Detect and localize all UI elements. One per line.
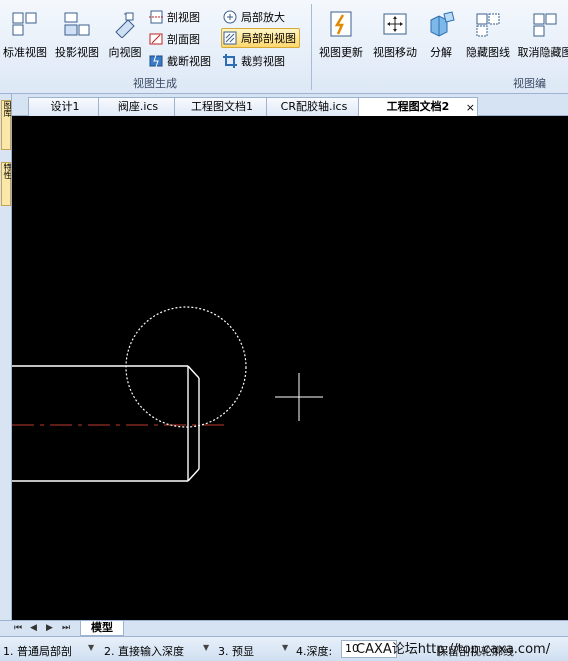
tab-drawing-doc2[interactable]: 工程图文档2 × [358, 97, 478, 117]
break-view-icon [149, 54, 163, 68]
section-type-select[interactable]: 1. 普通局部剖 [3, 643, 72, 659]
explode-button[interactable]: 分解 [423, 4, 459, 64]
direction-view-icon [115, 12, 135, 39]
library-side-tab[interactable]: 图库 [1, 100, 12, 150]
shaft-outline [12, 365, 200, 482]
tab-drawing-doc1[interactable]: 工程图文档1 [174, 97, 270, 116]
direction-view-button[interactable]: 向视图 [104, 4, 146, 64]
view-generation-group: 标准视图 投影视图 向视图 剖视图 剖面图 截断视图 局部放大 局部剖视图 裁剪… [0, 0, 310, 94]
move-view-icon [383, 13, 407, 35]
left-side-panel: 图库 特性 [0, 94, 12, 620]
crop-view-button[interactable]: 裁剪视图 [222, 51, 285, 71]
caxa-window: 标准视图 投影视图 向视图 剖视图 剖面图 截断视图 局部放大 局部剖视图 裁剪… [0, 0, 568, 661]
properties-side-tab[interactable]: 特性 [1, 162, 12, 206]
next-sheet-icon[interactable]: ▶ [46, 623, 53, 633]
partial-section-view-icon [223, 31, 237, 45]
tab-cr-shaft[interactable]: CR配胶轴.ics [266, 97, 362, 116]
crop-view-icon [223, 54, 237, 68]
ribbon: 标准视图 投影视图 向视图 剖视图 剖面图 截断视图 局部放大 局部剖视图 裁剪… [0, 0, 568, 94]
last-sheet-icon[interactable]: ⏭ [62, 623, 70, 633]
detail-view-button[interactable]: 局部放大 [222, 7, 285, 27]
crosshair-cursor [275, 373, 323, 421]
depth-mode-select[interactable]: 2. 直接输入深度 [104, 643, 184, 659]
depth-label: 4.深度: [296, 645, 333, 658]
update-view-icon [330, 11, 352, 37]
section-view-button[interactable]: 剖视图 [148, 7, 200, 27]
section-view-icon [149, 10, 163, 24]
projection-view-button[interactable]: 投影视图 [52, 4, 102, 64]
tab-design1[interactable]: 设计1 [28, 97, 102, 116]
update-view-button[interactable]: 视图更新 [315, 4, 367, 64]
sheet-tab-bar: ⏮ ◀ ▶ ⏭ 模型 [0, 620, 568, 636]
explode-icon [430, 11, 455, 37]
view-edit-label: 视图编 [513, 77, 546, 90]
hide-lines-icon [476, 13, 500, 37]
drawing-canvas[interactable] [12, 116, 568, 620]
break-view-button[interactable]: 截断视图 [148, 51, 211, 71]
unhide-lines-button[interactable]: 取消隐藏图 [517, 4, 568, 64]
chevron-down-icon[interactable]: ▼ [203, 643, 209, 652]
first-sheet-icon[interactable]: ⏮ [14, 623, 22, 633]
status-bar: 1. 普通局部剖 ▼ 2. 直接输入深度 ▼ 3. 预显 ▼ 4.深度: 10 … [0, 636, 568, 661]
close-icon[interactable]: × [466, 99, 475, 116]
unhide-lines-icon [533, 13, 557, 37]
cross-section-button[interactable]: 剖面图 [148, 29, 200, 49]
chevron-down-icon[interactable]: ▼ [88, 643, 94, 652]
chevron-down-icon[interactable]: ▼ [282, 643, 288, 652]
preview-select[interactable]: 3. 预显 [218, 643, 254, 659]
view-generation-label: 视图生成 [133, 77, 177, 90]
partial-section-boundary [125, 306, 247, 428]
forum-watermark: CAXA论坛http://top.caxa.com/ [356, 642, 551, 657]
move-view-button[interactable]: 视图移动 [369, 4, 421, 64]
partial-section-view-button[interactable]: 局部剖视图 [221, 28, 300, 48]
hide-lines-button[interactable]: 隐藏图线 [461, 4, 515, 64]
document-tab-bar: 设计1 阀座.ics 工程图文档1 CR配胶轴.ics 工程图文档2 × [12, 94, 568, 117]
group-separator [311, 4, 312, 90]
tab-model[interactable]: 模型 [80, 621, 124, 636]
tab-valve-seat[interactable]: 阀座.ics [98, 97, 178, 116]
drawing-geometry [12, 306, 323, 482]
standard-view-button[interactable]: 标准视图 [0, 4, 50, 64]
standard-view-icon [12, 12, 37, 36]
projection-view-icon [64, 12, 90, 36]
cross-section-icon [149, 33, 163, 45]
prev-sheet-icon[interactable]: ◀ [30, 623, 37, 633]
view-edit-group: 视图更新 视图移动 分解 隐藏图线 取消隐藏图 视图编 [313, 0, 568, 94]
detail-view-icon [223, 10, 237, 24]
